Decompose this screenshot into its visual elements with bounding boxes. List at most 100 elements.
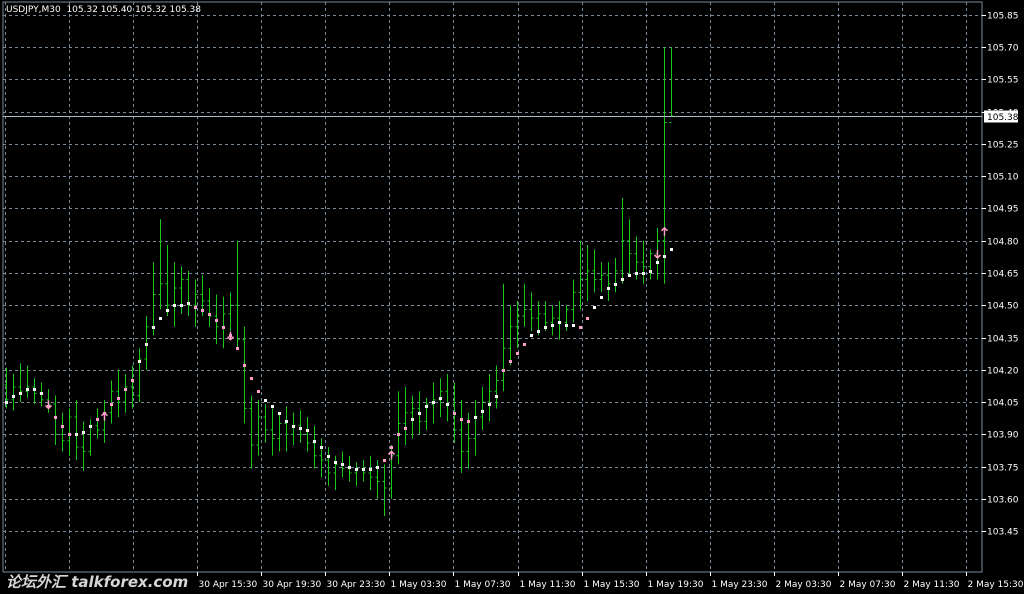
indicator-dot [481, 410, 484, 413]
y-tick-label: 105.10 [987, 173, 1019, 183]
y-tick-label: 104.35 [987, 335, 1019, 345]
chart-canvas[interactable]: 105.85105.70105.55105.40105.25105.10104.… [0, 0, 1024, 594]
indicator-dot [26, 388, 29, 391]
y-tick-label: 105.25 [987, 141, 1019, 151]
indicator-dot [271, 405, 274, 408]
x-tick-label: 1 May 19:30 [648, 580, 704, 590]
arrow-down-icon [226, 331, 235, 341]
indicator-dot [68, 433, 71, 436]
indicator-dot [670, 248, 673, 251]
indicator-dot [285, 420, 288, 423]
indicator-dot [19, 392, 22, 395]
y-tick-label: 104.65 [987, 270, 1019, 280]
indicator-dot [369, 468, 372, 471]
y-tick-label: 105.55 [987, 76, 1019, 86]
indicator-dot [145, 343, 148, 346]
indicator-dot [306, 429, 309, 432]
indicator-dot [579, 326, 582, 329]
indicator-dot [432, 401, 435, 404]
indicator-dot [159, 317, 162, 320]
x-tick-label: 1 May 11:30 [520, 580, 576, 590]
ohlc-readout: 105.32 105.40 105.32 105.38 [66, 5, 201, 15]
indicator-dot [180, 304, 183, 307]
indicator-dot [509, 360, 512, 363]
indicator-dot [537, 330, 540, 333]
x-tick-label: 2 May 07:30 [840, 580, 896, 590]
indicator-dot [152, 326, 155, 329]
indicator-dot [656, 261, 659, 264]
indicator-dot [411, 418, 414, 421]
indicator-dot [334, 461, 337, 464]
x-tick-label: 2 May 03:30 [776, 580, 832, 590]
indicator-dot [586, 317, 589, 320]
x-tick-label: 2 May 11:30 [904, 580, 960, 590]
indicator-dot [12, 395, 15, 398]
y-tick-label: 105.85 [987, 12, 1019, 22]
y-tick-label: 103.75 [987, 464, 1019, 474]
indicator-dot [250, 377, 253, 380]
indicator-dot [460, 418, 463, 421]
indicator-dot [348, 466, 351, 469]
arrow-up-icon [100, 411, 109, 421]
indicator-dot [572, 324, 575, 327]
indicator-dot [292, 425, 295, 428]
arrow-down-icon [44, 400, 53, 410]
ohlc-bars [4, 47, 674, 516]
indicator-dots [5, 248, 673, 471]
indicator-dot [222, 326, 225, 329]
indicator-dot [446, 403, 449, 406]
y-tick-label: 103.90 [987, 431, 1019, 441]
indicator-dot [565, 324, 568, 327]
y-tick-label: 103.45 [987, 528, 1019, 538]
indicator-dot [61, 425, 64, 428]
indicator-dot [502, 369, 505, 372]
y-tick-label: 103.60 [987, 496, 1019, 506]
indicator-dot [208, 313, 211, 316]
chart-header: USDJPY,M30 105.32 105.40 105.32 105.38 [6, 5, 201, 15]
x-tick-label: 1 May 23:30 [712, 580, 768, 590]
indicator-dot [117, 397, 120, 400]
signal-arrows [44, 226, 669, 460]
indicator-dot [257, 390, 260, 393]
indicator-dot [236, 347, 239, 350]
x-tick-label: 2 May 15:30 [968, 580, 1024, 590]
x-tick-label: 30 Apr 15:30 [199, 580, 258, 590]
x-tick-label: 1 May 07:30 [455, 580, 511, 590]
indicator-dot [54, 416, 57, 419]
indicator-dot [488, 403, 491, 406]
indicator-dot [201, 309, 204, 312]
indicator-dot [418, 412, 421, 415]
indicator-dot [614, 283, 617, 286]
indicator-dot [404, 427, 407, 430]
indicator-dot [663, 255, 666, 258]
indicator-dot [600, 296, 603, 299]
indicator-dot [138, 360, 141, 363]
indicator-dot [523, 343, 526, 346]
indicator-dot [355, 468, 358, 471]
plot-frame [2, 1, 983, 573]
y-tick-label: 105.70 [987, 44, 1019, 54]
x-tick-label: 1 May 15:30 [584, 580, 640, 590]
indicator-dot [82, 431, 85, 434]
indicator-dot [75, 433, 78, 436]
watermark: 论坛外汇 talkforex.com [6, 573, 189, 591]
indicator-dot [642, 272, 645, 275]
indicator-dot [89, 425, 92, 428]
indicator-dot [530, 334, 533, 337]
indicator-dot [439, 397, 442, 400]
indicator-dot [131, 379, 134, 382]
x-tick-label: 1 May 03:30 [391, 580, 447, 590]
indicator-dot [110, 403, 113, 406]
indicator-dot [390, 446, 393, 449]
indicator-dot [544, 326, 547, 329]
arrow-down-icon [653, 249, 662, 260]
indicator-dot [467, 420, 470, 423]
indicator-dot [215, 319, 218, 322]
y-tick-label: 104.80 [987, 238, 1019, 248]
indicator-dot [327, 455, 330, 458]
arrow-up-icon [660, 226, 669, 236]
indicator-dot [628, 274, 631, 277]
indicator-dot [635, 272, 638, 275]
indicator-dot [453, 412, 456, 415]
indicator-dot [173, 304, 176, 307]
